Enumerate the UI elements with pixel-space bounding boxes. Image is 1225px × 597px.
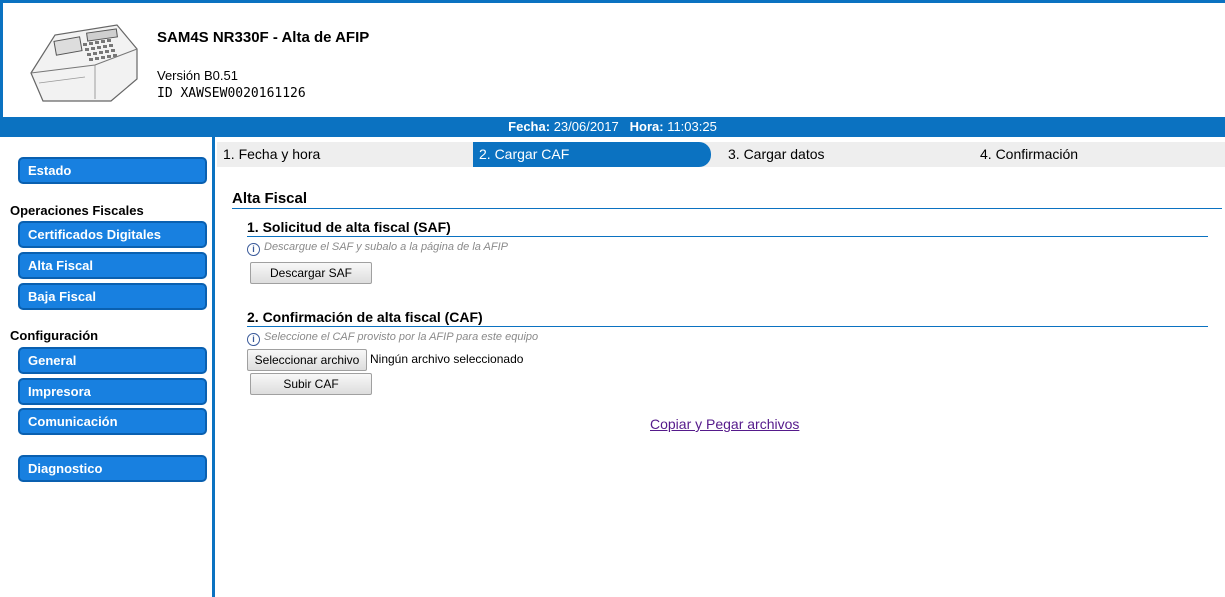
seleccionar-archivo-button[interactable]: Seleccionar archivo bbox=[247, 349, 367, 371]
info-icon: i bbox=[247, 333, 260, 346]
step-confirmacion: 4. Confirmación bbox=[980, 146, 1079, 162]
saf-heading: 1. Solicitud de alta fiscal (SAF) bbox=[247, 219, 451, 235]
device-id-label: ID XAWSEW0020161126 bbox=[157, 86, 306, 101]
wizard-steps: 1. Fecha y hora 2. Cargar CAF 3. Cargar … bbox=[217, 142, 1225, 167]
hora-label: Hora: bbox=[629, 119, 664, 134]
file-status-label: Ningún archivo seleccionado bbox=[370, 352, 524, 366]
nav-baja-fiscal-button[interactable]: Baja Fiscal bbox=[18, 283, 207, 310]
info-icon: i bbox=[247, 243, 260, 256]
nav-estado-button[interactable]: Estado bbox=[18, 157, 207, 184]
fecha-label: Fecha: bbox=[508, 119, 551, 134]
section-operaciones-fiscales: Operaciones Fiscales bbox=[10, 203, 144, 218]
subir-caf-button[interactable]: Subir CAF bbox=[250, 373, 372, 395]
section-title: Alta Fiscal bbox=[232, 190, 308, 207]
fecha-value: 23/06/2017 bbox=[553, 119, 619, 134]
sidebar: Estado Operaciones Fiscales Certificados… bbox=[0, 137, 215, 597]
version-label: Versión B0.51 bbox=[157, 68, 238, 83]
section-configuracion: Configuración bbox=[10, 328, 99, 343]
caf-divider bbox=[247, 326, 1208, 327]
nav-diagnostico-button[interactable]: Diagnostico bbox=[18, 455, 207, 482]
header: SAM4S NR330F - Alta de AFIP Versión B0.5… bbox=[0, 0, 1225, 117]
step-fecha-hora: 1. Fecha y hora bbox=[223, 146, 321, 162]
saf-hint: i Descargue el SAF y subalo a la página d… bbox=[247, 241, 508, 256]
step-cargar-datos: 3. Cargar datos bbox=[728, 146, 825, 162]
caf-hint-text: Seleccione el CAF provisto por la AFIP p… bbox=[264, 331, 539, 343]
nav-certificados-button[interactable]: Certificados Digitales bbox=[18, 221, 207, 248]
caf-heading: 2. Confirmación de alta fiscal (CAF) bbox=[247, 309, 483, 325]
descargar-saf-button[interactable]: Descargar SAF bbox=[250, 262, 372, 284]
caf-hint: i Seleccione el CAF provisto por la AFIP … bbox=[247, 331, 538, 346]
nav-comunicacion-button[interactable]: Comunicación bbox=[18, 408, 207, 435]
hora-value: 11:03:25 bbox=[667, 119, 717, 134]
saf-divider bbox=[247, 236, 1208, 237]
date-time-bar: Fecha: 23/06/2017 Hora: 11:03:25 bbox=[0, 117, 1225, 137]
step-cargar-caf: 2. Cargar CAF bbox=[473, 142, 711, 167]
fiscal-printer-image bbox=[30, 24, 138, 102]
nav-alta-fiscal-button[interactable]: Alta Fiscal bbox=[18, 252, 207, 279]
page-title: SAM4S NR330F - Alta de AFIP bbox=[157, 29, 370, 46]
copiar-pegar-link[interactable]: Copiar y Pegar archivos bbox=[650, 416, 799, 432]
nav-impresora-button[interactable]: Impresora bbox=[18, 378, 207, 405]
title-divider bbox=[232, 208, 1222, 209]
nav-general-button[interactable]: General bbox=[18, 347, 207, 374]
saf-hint-text: Descargue el SAF y subalo a la página de… bbox=[264, 241, 508, 253]
